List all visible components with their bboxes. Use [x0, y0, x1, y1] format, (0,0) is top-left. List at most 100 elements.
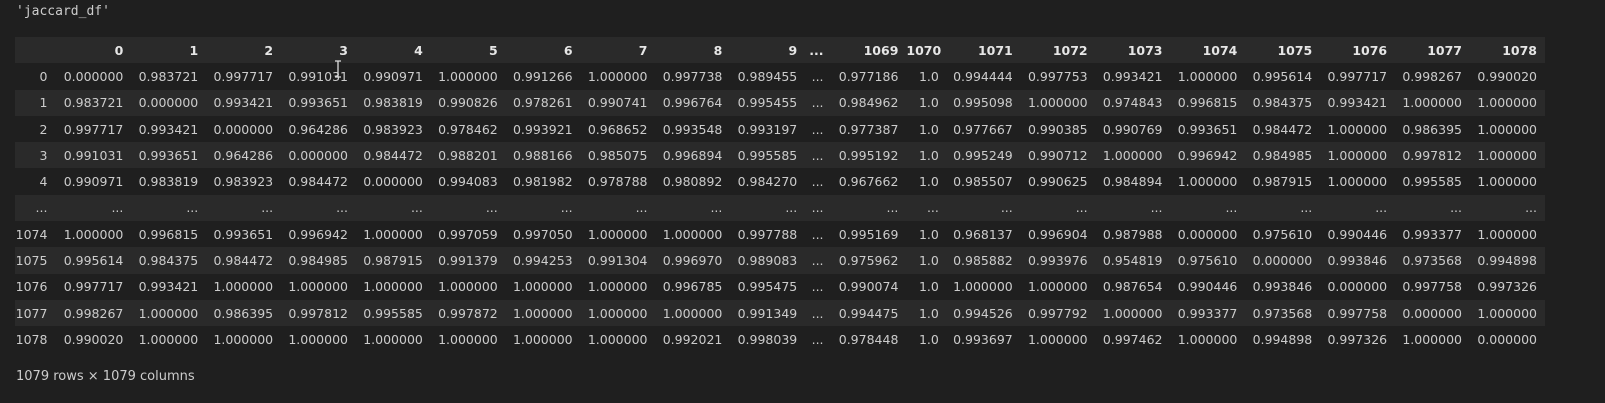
table-cell: 1.000000 — [662, 226, 723, 242]
table-cell: 0.996942 — [1177, 147, 1238, 163]
table-cell: 0.984985 — [288, 253, 348, 269]
table-cell: 0.997792 — [1027, 305, 1088, 321]
table-cell: 0.995585 — [1402, 174, 1462, 190]
table-cell: ... — [1150, 200, 1163, 216]
row-index: 1076 — [15, 279, 48, 295]
table-cell: ... — [1450, 200, 1462, 216]
table-cell: 1.000000 — [662, 305, 723, 321]
table-cell: 0.978788 — [587, 174, 648, 190]
column-header: 0 — [114, 42, 124, 58]
table-cell: 0.983923 — [213, 174, 274, 190]
table-cell: 0.964286 — [213, 147, 274, 163]
table-cell: 0.000000 — [138, 95, 199, 111]
table-cell: 1.000000 — [438, 68, 498, 84]
table-cell: 0.993651 — [288, 95, 348, 111]
table-cell: 0.990385 — [1027, 121, 1088, 137]
table-cell: 0.987654 — [1102, 279, 1163, 295]
table-cell: 1.000000 — [288, 279, 348, 295]
table-cell: ... — [811, 305, 824, 321]
table-cell: 0.993197 — [737, 121, 798, 137]
table-cell: 0.997788 — [737, 226, 798, 242]
table-cell: 0.985882 — [953, 253, 1013, 269]
table-cell: 1.000000 — [438, 279, 498, 295]
table-cell: ... — [1300, 200, 1313, 216]
table-cell: 0.975610 — [1252, 226, 1313, 242]
table-cell: 1.0 — [918, 121, 939, 137]
column-header: 8 — [713, 42, 723, 58]
table-cell: 0.992021 — [662, 331, 723, 347]
table-cell: 1.000000 — [1327, 121, 1388, 137]
column-header: 1 — [189, 42, 199, 58]
table-cell: ... — [710, 200, 723, 216]
table-cell: 0.993377 — [1402, 226, 1462, 242]
column-header: 1069 — [863, 42, 899, 58]
table-cell: 0.990971 — [363, 68, 423, 84]
table-cell: 0.000000 — [1177, 226, 1238, 242]
row-index: 3 — [39, 147, 48, 163]
table-cell: ... — [111, 200, 124, 216]
column-header: 1077 — [1427, 42, 1462, 58]
table-cell: 0.000000 — [1327, 279, 1388, 295]
table-cell: 1.0 — [918, 305, 939, 321]
table-cell: 0.993651 — [213, 226, 274, 242]
table-cell: 1.0 — [918, 174, 939, 190]
table-cell: 0.987915 — [1252, 174, 1313, 190]
table-cell: 1.000000 — [1027, 95, 1088, 111]
table-cell: 0.995192 — [838, 147, 899, 163]
table-cell: 0.991266 — [512, 68, 573, 84]
table-cell: 0.989083 — [737, 253, 798, 269]
table-cell: 0.983721 — [63, 95, 124, 111]
column-header: 3 — [339, 42, 348, 58]
table-cell: ... — [785, 200, 798, 216]
table-cell: 1.000000 — [1477, 95, 1537, 111]
index-header — [15, 37, 55, 63]
table-cell: 0.993377 — [1177, 305, 1238, 321]
column-header: 1078 — [1502, 42, 1537, 58]
row-index: 1077 — [15, 305, 48, 321]
table-cell: 1.000000 — [512, 279, 573, 295]
table-cell: 0.980892 — [662, 174, 723, 190]
table-cell: 1.000000 — [1327, 174, 1388, 190]
table-cell: 0.993421 — [1327, 95, 1388, 111]
table-cell: 1.000000 — [1177, 174, 1238, 190]
table-cell: 0.983819 — [138, 174, 199, 190]
table-cell: 0.997326 — [1327, 331, 1388, 347]
table-cell: 1.0 — [918, 279, 939, 295]
table-cell: 0.990074 — [838, 279, 899, 295]
table-cell: 1.0 — [918, 68, 939, 84]
table-cell: 0.984472 — [213, 253, 274, 269]
table-cell: 0.984894 — [1102, 174, 1163, 190]
column-header: 9 — [788, 42, 798, 58]
table-cell: 1.000000 — [363, 331, 423, 347]
table-cell: 0.993421 — [213, 95, 274, 111]
column-header: ... — [809, 42, 824, 58]
table-cell: 0.993651 — [138, 147, 199, 163]
table-cell: 0.997812 — [288, 305, 348, 321]
table-cell: 0.964286 — [288, 121, 348, 137]
table-cell: 0.993697 — [953, 331, 1013, 347]
table-cell: 0.994444 — [953, 68, 1013, 84]
table-cell: 1.000000 — [363, 279, 423, 295]
table-cell: 0.000000 — [63, 68, 124, 84]
table-cell: 0.985507 — [953, 174, 1013, 190]
table-cell: 0.991031 — [288, 68, 348, 84]
table-cell: 1.0 — [918, 95, 939, 111]
table-cell: 1.0 — [918, 147, 939, 163]
table-cell: 1.000000 — [512, 331, 573, 347]
table-cell: 0.993846 — [1252, 279, 1313, 295]
table-cell: 0.973568 — [1252, 305, 1313, 321]
table-cell: 0.990446 — [1327, 226, 1388, 242]
table-cell: 1.000000 — [587, 226, 648, 242]
table-cell: 0.000000 — [1402, 305, 1462, 321]
dataframe-output: 0 1 2 3 4 5 6 7 8 9... 1069 1070 1071 1072 1073 1074 107… — [15, 37, 1545, 353]
table-cell: 0.994898 — [1477, 253, 1537, 269]
table-cell: 0.990769 — [1102, 121, 1163, 137]
table-cell: 0.954819 — [1102, 253, 1163, 269]
table-cell: 0.996942 — [288, 226, 348, 242]
column-header: 1070 — [906, 42, 942, 58]
row-index: 1 — [39, 95, 48, 111]
table-cell: 0.000000 — [1252, 253, 1313, 269]
dataframe-table: 0 1 2 3 4 5 6 7 8 9... 1069 1070 1071 1072 1073 1074 107… — [15, 37, 1545, 353]
table-cell: 1.000000 — [953, 279, 1013, 295]
table-cell: 0.978462 — [438, 121, 498, 137]
